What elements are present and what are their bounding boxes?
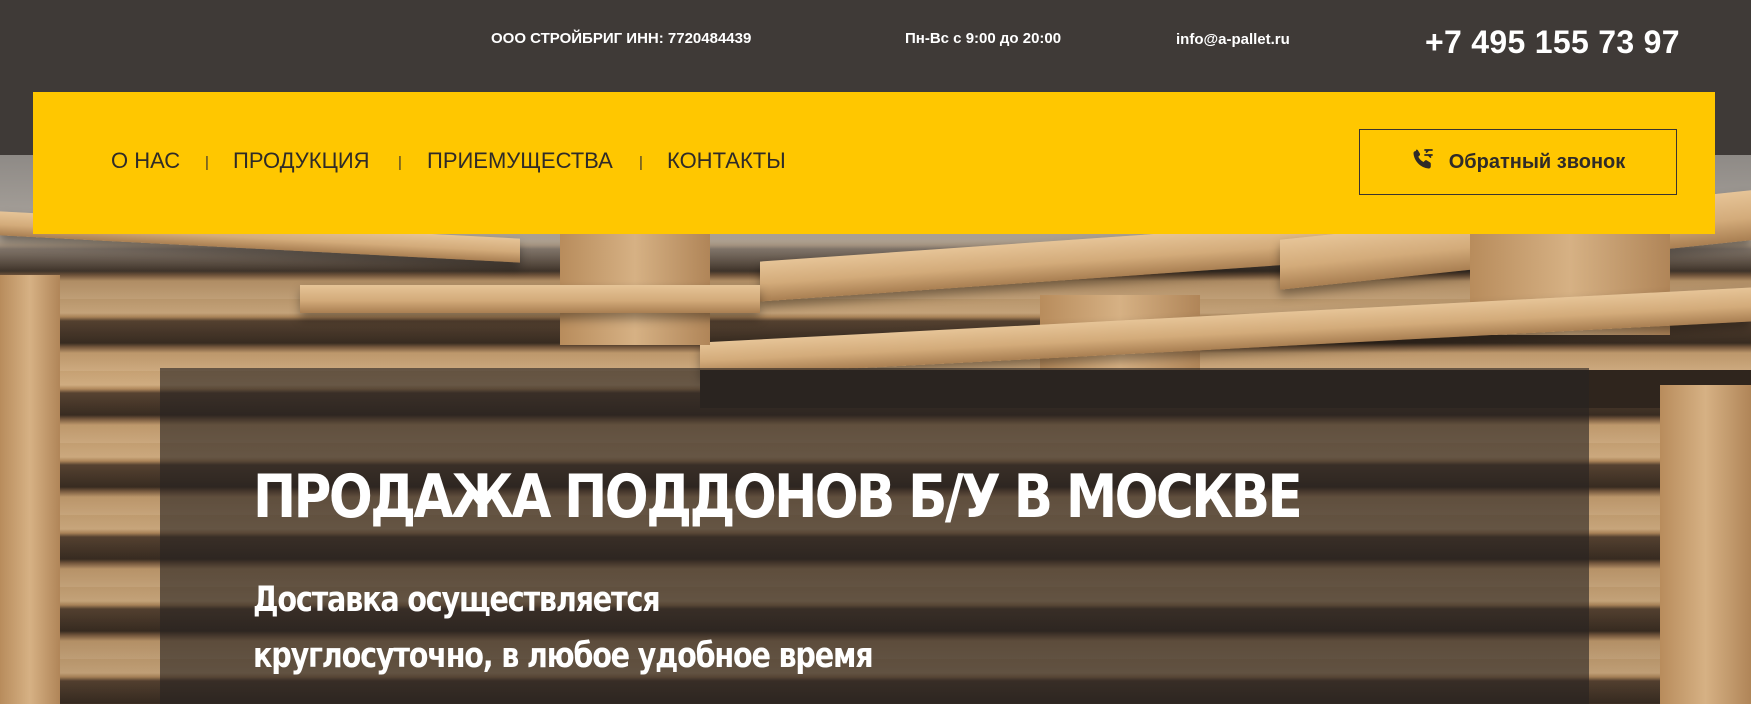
phone-callback-icon: [1411, 147, 1435, 177]
main-navigation: О НАС | ПРОДУКЦИЯ | ПРИЕМУЩЕСТВА | КОНТА…: [33, 92, 1715, 234]
phone-link[interactable]: +7 495 155 73 97: [1425, 24, 1680, 61]
email-link[interactable]: info@a-pallet.ru: [1176, 31, 1290, 48]
nav-item-about[interactable]: О НАС: [111, 148, 180, 174]
pallet-block: [1660, 385, 1751, 704]
nav-item-products[interactable]: ПРОДУКЦИЯ: [233, 148, 370, 174]
pallet-slat: [300, 285, 760, 313]
hero-subtitle-line1: Доставка осуществляется: [253, 580, 661, 620]
nav-separator: |: [639, 154, 643, 171]
callback-button[interactable]: Обратный звонок: [1359, 129, 1677, 195]
hero-subtitle-line2: круглосуточно, в любое удобное время: [253, 636, 874, 676]
nav-item-advantages[interactable]: ПРИЕМУЩЕСТВА: [427, 148, 613, 174]
nav-separator: |: [398, 154, 402, 171]
pallet-block: [0, 275, 60, 704]
hero-subtitle: Доставка осуществляется круглосуточно, в…: [253, 572, 874, 684]
company-info: ООО СТРОЙБРИГ ИНН: 7720484439: [491, 30, 752, 47]
callback-button-label: Обратный звонок: [1448, 150, 1626, 173]
nav-item-contacts[interactable]: КОНТАКТЫ: [667, 148, 786, 174]
nav-separator: |: [205, 154, 209, 171]
hero-title: ПРОДАЖА ПОДДОНОВ Б/У В МОСКВЕ: [253, 462, 1303, 532]
working-hours: Пн-Вс с 9:00 до 20:00: [905, 30, 1062, 47]
